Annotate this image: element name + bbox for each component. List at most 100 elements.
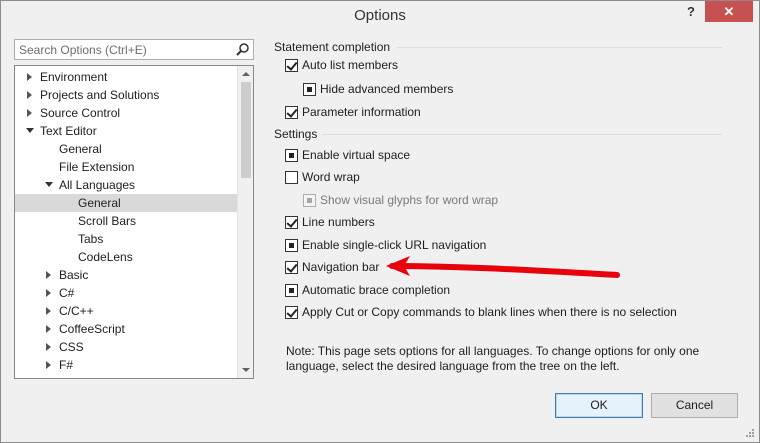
tree-item-all-languages-general[interactable]: General: [15, 194, 237, 212]
checkbox-show-visual-glyphs: [303, 194, 316, 207]
tree-item-all-languages[interactable]: All Languages: [15, 176, 237, 194]
tree-item-file-extension[interactable]: File Extension: [15, 158, 237, 176]
expand-arrow-icon[interactable]: [44, 356, 54, 374]
indeterminate-icon: [289, 288, 294, 293]
option-label: Hide advanced members: [320, 82, 454, 96]
option-label: Apply Cut or Copy commands to blank line…: [302, 305, 677, 319]
statement-completion-header: Statement completion: [274, 40, 391, 54]
title-bar[interactable]: Options ? ✕: [1, 1, 759, 31]
note-text: Note: This page sets options for all lan…: [286, 344, 700, 373]
indeterminate-icon: [307, 87, 312, 92]
tree-item-coffeescript[interactable]: CoffeeScript: [15, 320, 237, 338]
tree-item-label: Environment: [40, 70, 108, 84]
scroll-up-button[interactable]: [238, 66, 253, 82]
tree-item-label: Tabs: [78, 232, 104, 246]
checkbox-single-click-url-navigation[interactable]: [285, 239, 298, 252]
expand-arrow-icon[interactable]: [25, 68, 35, 86]
option-label: Enable virtual space: [302, 148, 411, 162]
tree-item-codelens[interactable]: CodeLens: [15, 248, 237, 266]
scroll-up-icon: [242, 72, 250, 76]
tree-item-label: Scroll Bars: [78, 214, 137, 228]
tree-item-fsharp[interactable]: F#: [15, 356, 237, 374]
settings-header: Settings: [274, 127, 318, 141]
checkmark-icon: [286, 59, 298, 71]
checkbox-navigation-bar[interactable]: [285, 261, 298, 274]
ok-button[interactable]: OK: [555, 393, 643, 418]
expand-arrow-icon[interactable]: [25, 104, 35, 122]
option-label: Automatic brace completion: [302, 283, 451, 297]
checkmark-icon: [286, 261, 298, 273]
resize-grip-icon[interactable]: [743, 426, 755, 438]
checkmark-icon: [286, 216, 298, 228]
option-label: Enable single-click URL navigation: [302, 238, 487, 252]
expand-arrow-icon[interactable]: [44, 320, 54, 338]
tree-item-environment[interactable]: Environment: [15, 68, 237, 86]
tree-item-label: Projects and Solutions: [40, 88, 160, 102]
tree-item-label: CodeLens: [78, 250, 133, 264]
checkbox-automatic-brace-completion[interactable]: [285, 284, 298, 297]
tree-item-label: CoffeeScript: [59, 322, 125, 336]
checkbox-enable-virtual-space[interactable]: [285, 149, 298, 162]
option-label: Show visual glyphs for word wrap: [320, 193, 499, 207]
tree-scrollbar[interactable]: [237, 66, 253, 378]
checkmark-icon: [286, 306, 298, 318]
collapse-arrow-icon[interactable]: [25, 122, 35, 140]
window-title: Options: [354, 7, 406, 24]
section-divider: [397, 47, 722, 48]
scroll-thumb[interactable]: [241, 82, 251, 178]
tree-item-c-cpp[interactable]: C/C++: [15, 302, 237, 320]
scroll-down-icon: [242, 368, 250, 372]
expand-arrow-icon[interactable]: [44, 338, 54, 356]
tree-item-tabs[interactable]: Tabs: [15, 230, 237, 248]
tree-item-projects-and-solutions[interactable]: Projects and Solutions: [15, 86, 237, 104]
tree-item-text-editor-general[interactable]: General: [15, 140, 237, 158]
section-divider: [322, 134, 722, 135]
tree-item-basic[interactable]: Basic: [15, 266, 237, 284]
checkbox-apply-cut-copy-blank-lines[interactable]: [285, 306, 298, 319]
checkbox-hide-advanced-members[interactable]: [303, 83, 316, 96]
option-label: Parameter information: [302, 105, 421, 119]
option-label: Navigation bar: [302, 260, 380, 274]
close-button[interactable]: ✕: [705, 1, 753, 22]
tree-item-label: Source Control: [40, 106, 121, 120]
tree-item-label: C/C++: [59, 304, 94, 318]
tree-item-label: General: [78, 196, 121, 210]
tree-item-source-control[interactable]: Source Control: [15, 104, 237, 122]
tree-item-label: C#: [59, 286, 75, 300]
option-label: Word wrap: [302, 170, 360, 184]
expand-arrow-icon[interactable]: [44, 302, 54, 320]
checkbox-line-numbers[interactable]: [285, 216, 298, 229]
search-box[interactable]: [14, 39, 254, 60]
help-button[interactable]: ?: [680, 2, 702, 24]
tree-item-css[interactable]: CSS: [15, 338, 237, 356]
expand-arrow-icon[interactable]: [44, 266, 54, 284]
checkbox-auto-list-members[interactable]: [285, 59, 298, 72]
collapse-arrow-icon[interactable]: [44, 176, 54, 194]
tree-item-label: All Languages: [59, 178, 136, 192]
tree-item-label: File Extension: [59, 160, 135, 174]
options-tree[interactable]: Environment Projects and Solutions Sourc…: [14, 65, 254, 379]
tree-item-csharp[interactable]: C#: [15, 284, 237, 302]
checkbox-word-wrap[interactable]: [285, 171, 298, 184]
tree-item-label: F#: [59, 358, 74, 372]
expand-arrow-icon[interactable]: [44, 284, 54, 302]
indeterminate-icon: [289, 243, 294, 248]
tree-item-text-editor[interactable]: Text Editor: [15, 122, 237, 140]
scroll-down-button[interactable]: [238, 362, 253, 378]
option-label: Auto list members: [302, 58, 399, 72]
option-label: Line numbers: [302, 215, 375, 229]
search-input[interactable]: [19, 41, 234, 58]
tree-item-label: CSS: [59, 340, 84, 354]
expand-arrow-icon[interactable]: [25, 86, 35, 104]
indeterminate-icon: [307, 198, 312, 203]
tree-item-label: Basic: [59, 268, 89, 282]
options-dialog: Options ? ✕ Environment Projects and Sol…: [0, 0, 760, 443]
tree-item-label: General: [59, 142, 102, 156]
search-icon[interactable]: [235, 42, 250, 57]
tree-item-label: Text Editor: [40, 124, 97, 138]
cancel-button[interactable]: Cancel: [651, 393, 738, 418]
checkmark-icon: [286, 106, 298, 118]
tree-item-scroll-bars[interactable]: Scroll Bars: [15, 212, 237, 230]
indeterminate-icon: [289, 153, 294, 158]
checkbox-parameter-information[interactable]: [285, 106, 298, 119]
